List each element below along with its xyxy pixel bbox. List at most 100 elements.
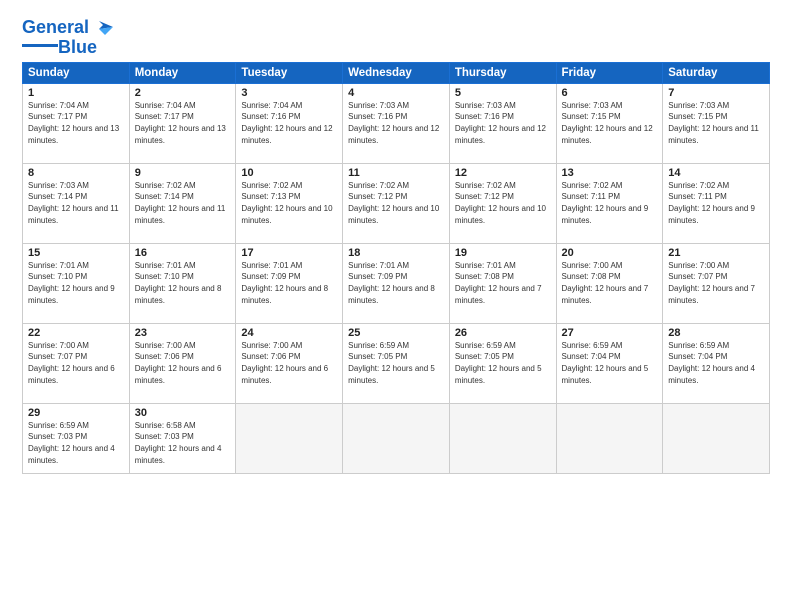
day-number: 14 xyxy=(668,167,764,179)
day-number: 15 xyxy=(28,247,124,259)
table-row xyxy=(236,403,343,473)
day-details: Sunrise: 7:00 AMSunset: 7:07 PMDaylight:… xyxy=(28,340,124,386)
day-details: Sunrise: 7:02 AMSunset: 7:12 PMDaylight:… xyxy=(348,180,444,226)
day-details: Sunrise: 7:02 AMSunset: 7:13 PMDaylight:… xyxy=(241,180,337,226)
day-details: Sunrise: 7:00 AMSunset: 7:06 PMDaylight:… xyxy=(135,340,231,386)
day-number: 17 xyxy=(241,247,337,259)
table-row: 25Sunrise: 6:59 AMSunset: 7:05 PMDayligh… xyxy=(343,323,450,403)
table-row: 4Sunrise: 7:03 AMSunset: 7:16 PMDaylight… xyxy=(343,83,450,163)
day-details: Sunrise: 7:02 AMSunset: 7:14 PMDaylight:… xyxy=(135,180,231,226)
table-row: 30Sunrise: 6:58 AMSunset: 7:03 PMDayligh… xyxy=(129,403,236,473)
day-number: 23 xyxy=(135,327,231,339)
day-number: 30 xyxy=(135,407,231,419)
day-number: 6 xyxy=(562,87,658,99)
table-row: 7Sunrise: 7:03 AMSunset: 7:15 PMDaylight… xyxy=(663,83,770,163)
day-details: Sunrise: 6:59 AMSunset: 7:05 PMDaylight:… xyxy=(348,340,444,386)
day-details: Sunrise: 7:00 AMSunset: 7:08 PMDaylight:… xyxy=(562,260,658,306)
col-header-wednesday: Wednesday xyxy=(343,62,450,83)
day-number: 7 xyxy=(668,87,764,99)
table-row xyxy=(449,403,556,473)
day-details: Sunrise: 7:00 AMSunset: 7:06 PMDaylight:… xyxy=(241,340,337,386)
table-row xyxy=(663,403,770,473)
day-details: Sunrise: 6:59 AMSunset: 7:04 PMDaylight:… xyxy=(668,340,764,386)
day-number: 5 xyxy=(455,87,551,99)
table-row: 15Sunrise: 7:01 AMSunset: 7:10 PMDayligh… xyxy=(23,243,130,323)
day-number: 16 xyxy=(135,247,231,259)
table-row: 8Sunrise: 7:03 AMSunset: 7:14 PMDaylight… xyxy=(23,163,130,243)
day-number: 27 xyxy=(562,327,658,339)
calendar-week-row: 8Sunrise: 7:03 AMSunset: 7:14 PMDaylight… xyxy=(23,163,770,243)
day-details: Sunrise: 6:59 AMSunset: 7:05 PMDaylight:… xyxy=(455,340,551,386)
day-details: Sunrise: 7:01 AMSunset: 7:08 PMDaylight:… xyxy=(455,260,551,306)
day-details: Sunrise: 7:01 AMSunset: 7:10 PMDaylight:… xyxy=(28,260,124,306)
table-row: 19Sunrise: 7:01 AMSunset: 7:08 PMDayligh… xyxy=(449,243,556,323)
table-row: 17Sunrise: 7:01 AMSunset: 7:09 PMDayligh… xyxy=(236,243,343,323)
logo-bird-icon xyxy=(91,19,113,37)
day-number: 28 xyxy=(668,327,764,339)
day-number: 1 xyxy=(28,87,124,99)
day-number: 3 xyxy=(241,87,337,99)
day-number: 26 xyxy=(455,327,551,339)
day-number: 25 xyxy=(348,327,444,339)
col-header-thursday: Thursday xyxy=(449,62,556,83)
calendar-week-row: 15Sunrise: 7:01 AMSunset: 7:10 PMDayligh… xyxy=(23,243,770,323)
table-row: 12Sunrise: 7:02 AMSunset: 7:12 PMDayligh… xyxy=(449,163,556,243)
day-number: 21 xyxy=(668,247,764,259)
table-row: 11Sunrise: 7:02 AMSunset: 7:12 PMDayligh… xyxy=(343,163,450,243)
day-number: 24 xyxy=(241,327,337,339)
table-row: 23Sunrise: 7:00 AMSunset: 7:06 PMDayligh… xyxy=(129,323,236,403)
logo-text: General xyxy=(22,18,89,38)
table-row: 20Sunrise: 7:00 AMSunset: 7:08 PMDayligh… xyxy=(556,243,663,323)
col-header-tuesday: Tuesday xyxy=(236,62,343,83)
col-header-friday: Friday xyxy=(556,62,663,83)
col-header-saturday: Saturday xyxy=(663,62,770,83)
day-details: Sunrise: 7:04 AMSunset: 7:17 PMDaylight:… xyxy=(28,100,124,146)
day-details: Sunrise: 6:59 AMSunset: 7:04 PMDaylight:… xyxy=(562,340,658,386)
table-row: 27Sunrise: 6:59 AMSunset: 7:04 PMDayligh… xyxy=(556,323,663,403)
col-header-monday: Monday xyxy=(129,62,236,83)
table-row: 10Sunrise: 7:02 AMSunset: 7:13 PMDayligh… xyxy=(236,163,343,243)
table-row: 29Sunrise: 6:59 AMSunset: 7:03 PMDayligh… xyxy=(23,403,130,473)
day-number: 20 xyxy=(562,247,658,259)
day-number: 19 xyxy=(455,247,551,259)
calendar-week-row: 1Sunrise: 7:04 AMSunset: 7:17 PMDaylight… xyxy=(23,83,770,163)
day-number: 2 xyxy=(135,87,231,99)
day-number: 10 xyxy=(241,167,337,179)
calendar-body: 1Sunrise: 7:04 AMSunset: 7:17 PMDaylight… xyxy=(23,83,770,473)
day-details: Sunrise: 7:01 AMSunset: 7:09 PMDaylight:… xyxy=(348,260,444,306)
day-details: Sunrise: 7:03 AMSunset: 7:16 PMDaylight:… xyxy=(348,100,444,146)
day-details: Sunrise: 7:02 AMSunset: 7:12 PMDaylight:… xyxy=(455,180,551,226)
day-details: Sunrise: 7:00 AMSunset: 7:07 PMDaylight:… xyxy=(668,260,764,306)
day-number: 13 xyxy=(562,167,658,179)
table-row: 3Sunrise: 7:04 AMSunset: 7:16 PMDaylight… xyxy=(236,83,343,163)
table-row xyxy=(556,403,663,473)
col-header-sunday: Sunday xyxy=(23,62,130,83)
calendar-week-row: 22Sunrise: 7:00 AMSunset: 7:07 PMDayligh… xyxy=(23,323,770,403)
day-details: Sunrise: 7:03 AMSunset: 7:16 PMDaylight:… xyxy=(455,100,551,146)
day-details: Sunrise: 7:04 AMSunset: 7:17 PMDaylight:… xyxy=(135,100,231,146)
table-row xyxy=(343,403,450,473)
day-number: 12 xyxy=(455,167,551,179)
day-number: 22 xyxy=(28,327,124,339)
day-number: 8 xyxy=(28,167,124,179)
day-number: 11 xyxy=(348,167,444,179)
page: General Blue SundayMondayTuesdayWednesda… xyxy=(0,0,792,612)
day-details: Sunrise: 7:03 AMSunset: 7:15 PMDaylight:… xyxy=(668,100,764,146)
day-number: 4 xyxy=(348,87,444,99)
table-row: 28Sunrise: 6:59 AMSunset: 7:04 PMDayligh… xyxy=(663,323,770,403)
day-details: Sunrise: 7:03 AMSunset: 7:15 PMDaylight:… xyxy=(562,100,658,146)
calendar-header-row: SundayMondayTuesdayWednesdayThursdayFrid… xyxy=(23,62,770,83)
day-details: Sunrise: 6:58 AMSunset: 7:03 PMDaylight:… xyxy=(135,420,231,466)
calendar-week-row: 29Sunrise: 6:59 AMSunset: 7:03 PMDayligh… xyxy=(23,403,770,473)
day-details: Sunrise: 6:59 AMSunset: 7:03 PMDaylight:… xyxy=(28,420,124,466)
table-row: 22Sunrise: 7:00 AMSunset: 7:07 PMDayligh… xyxy=(23,323,130,403)
table-row: 21Sunrise: 7:00 AMSunset: 7:07 PMDayligh… xyxy=(663,243,770,323)
table-row: 13Sunrise: 7:02 AMSunset: 7:11 PMDayligh… xyxy=(556,163,663,243)
calendar-table: SundayMondayTuesdayWednesdayThursdayFrid… xyxy=(22,62,770,474)
table-row: 14Sunrise: 7:02 AMSunset: 7:11 PMDayligh… xyxy=(663,163,770,243)
day-details: Sunrise: 7:03 AMSunset: 7:14 PMDaylight:… xyxy=(28,180,124,226)
day-number: 18 xyxy=(348,247,444,259)
table-row: 9Sunrise: 7:02 AMSunset: 7:14 PMDaylight… xyxy=(129,163,236,243)
table-row: 18Sunrise: 7:01 AMSunset: 7:09 PMDayligh… xyxy=(343,243,450,323)
day-details: Sunrise: 7:01 AMSunset: 7:09 PMDaylight:… xyxy=(241,260,337,306)
